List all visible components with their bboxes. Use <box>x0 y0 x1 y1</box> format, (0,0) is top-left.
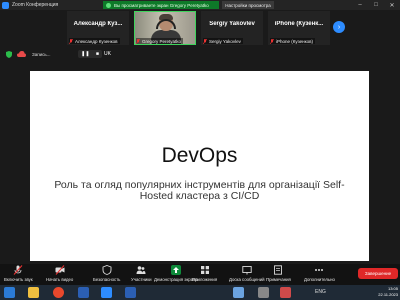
window-controls: – □ ✕ <box>352 0 400 10</box>
start-menu-icon[interactable] <box>4 287 15 298</box>
participant-strip: Александр Куз... Александр Кузенков Greg… <box>0 10 400 46</box>
recording-bar: Запись... ❚❚ ■ UK <box>0 47 400 61</box>
whiteboard-button[interactable]: Доска сообщений <box>229 265 265 284</box>
toolbar-label: Доска сообщений <box>229 277 265 282</box>
clock-date: 22.11.2023 <box>378 291 398 297</box>
toolbar-label: Участники <box>131 277 152 282</box>
more-icon <box>315 269 324 271</box>
participants-icon <box>136 266 146 274</box>
zoom-app-icon <box>2 1 9 9</box>
network-icon[interactable] <box>233 287 244 298</box>
view-settings-button[interactable]: Настройки просмотра <box>222 1 274 9</box>
meeting-toolbar: Включить звук Начать видео Безопасность … <box>0 264 400 285</box>
slide-subtitle: Роль та огляд популярних інструментів дл… <box>54 179 345 202</box>
end-meeting-button[interactable]: Завершение <box>358 268 398 279</box>
maximize-button[interactable]: □ <box>368 0 384 10</box>
participant-label-text: Gregory Peretyatko <box>142 38 182 44</box>
title-bar: Zoom Конференция Вы просматриваете экран… <box>0 0 400 10</box>
participant-display-name: iPhone (Кузенк... <box>274 21 324 27</box>
notes-icon <box>274 265 283 275</box>
slide-title: DevOps <box>161 144 238 167</box>
mic-muted-icon <box>203 38 207 44</box>
participant-tile[interactable]: Sergiy Yakovlev Sergiy Yakovlev <box>201 11 263 45</box>
participant-label-text: Sergiy Yakovlev <box>209 38 241 44</box>
video-off-icon <box>55 265 65 275</box>
participant-label: iPhone (Кузенков) <box>270 38 316 44</box>
toolbar-label: Включить звук <box>4 277 33 282</box>
toolbar-label: Приложения <box>192 277 218 282</box>
participant-tile[interactable]: iPhone (Кузенк... iPhone (Кузенков) <box>268 11 330 45</box>
word-icon[interactable] <box>78 287 89 298</box>
mic-muted-icon <box>270 38 274 44</box>
participants-button[interactable]: Участники <box>131 265 152 284</box>
participant-label: Александр Кузенков <box>69 38 120 44</box>
notes-button[interactable]: Примечания <box>266 265 291 284</box>
participant-label: Sergiy Yakovlev <box>203 38 243 44</box>
apps-button[interactable]: Приложения <box>192 265 217 284</box>
recording-owner: UK <box>104 51 111 57</box>
participant-tile[interactable]: Александр Куз... Александр Кузенков <box>67 11 129 45</box>
more-button[interactable]: Дополнительно <box>304 265 335 284</box>
app-title: Zoom Конференция <box>12 2 59 8</box>
participant-label-text: Александр Кузенков <box>75 38 118 44</box>
whiteboard-icon <box>242 266 252 275</box>
microphone-muted-icon <box>13 265 23 275</box>
encryption-shield-icon[interactable] <box>6 50 12 58</box>
app-taskbar-icon-2[interactable] <box>258 287 269 298</box>
stop-recording-button[interactable]: ■ <box>96 51 99 57</box>
participant-display-name: Александр Куз... <box>73 21 123 27</box>
minimize-button[interactable]: – <box>352 0 368 10</box>
share-indicator-icon <box>106 2 111 8</box>
participant-label-text: iPhone (Кузенков) <box>276 38 314 44</box>
toolbar-label: Дополнительно <box>304 277 335 282</box>
security-button[interactable]: Безопасность <box>93 265 120 284</box>
recording-status: Запись... <box>32 51 51 57</box>
shield-icon <box>102 265 112 275</box>
unmute-button[interactable]: Включить звук <box>4 265 33 284</box>
file-explorer-icon[interactable] <box>28 287 39 298</box>
participant-tile-active[interactable]: Gregory Peretyatko <box>134 11 196 45</box>
app-taskbar-icon-3[interactable] <box>280 287 291 298</box>
chrome-icon[interactable] <box>53 287 64 298</box>
pause-recording-button[interactable]: ❚❚ <box>81 51 89 57</box>
next-page-button[interactable]: › <box>333 21 345 33</box>
toolbar-label: Начать видео <box>46 277 74 282</box>
shared-screen-area: DevOps Роль та огляд популярних інструме… <box>0 61 400 264</box>
app-taskbar-icon[interactable] <box>125 287 136 298</box>
start-video-button[interactable]: Начать видео <box>46 265 73 284</box>
cloud-recording-icon <box>17 51 26 57</box>
apps-icon <box>200 266 209 274</box>
recording-controls: ❚❚ ■ <box>78 50 102 58</box>
toolbar-label: Примечания <box>266 277 291 282</box>
mic-muted-icon <box>136 38 140 44</box>
share-screen-icon <box>170 265 181 275</box>
participant-label: Gregory Peretyatko <box>136 38 184 44</box>
system-tray: ENG <box>315 289 326 295</box>
close-button[interactable]: ✕ <box>384 0 400 10</box>
toolbar-label: Безопасность <box>93 277 121 282</box>
presentation-slide: DevOps Роль та огляд популярних інструме… <box>30 71 369 261</box>
mic-muted-icon <box>69 38 73 44</box>
tray-language[interactable]: ENG <box>315 289 326 295</box>
clock[interactable]: 13:05 22.11.2023 <box>378 286 398 297</box>
participant-display-name: Sergiy Yakovlev <box>209 21 255 27</box>
screen-share-banner: Вы просматриваете экран Gregory Peretyat… <box>103 1 219 9</box>
os-taskbar: ENG 13:05 22.11.2023 <box>0 285 400 300</box>
zoom-taskbar-icon[interactable] <box>101 287 112 298</box>
share-banner-text: Вы просматриваете экран Gregory Peretyat… <box>114 2 209 8</box>
